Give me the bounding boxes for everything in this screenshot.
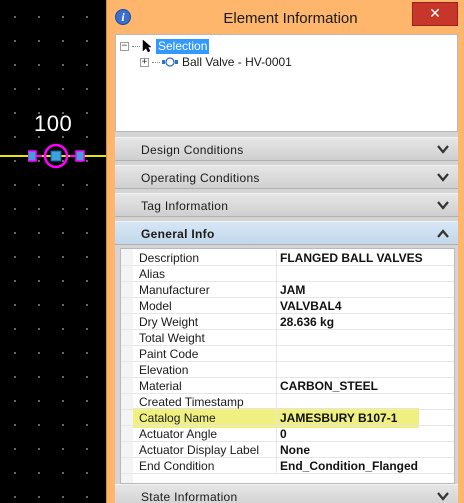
- section-label: State Information: [141, 490, 238, 503]
- property-value[interactable]: 28.636 kg: [280, 315, 334, 329]
- tree-item-selection[interactable]: − Selection: [120, 38, 210, 54]
- property-row-alias[interactable]: Alias: [121, 266, 454, 282]
- property-name: Material: [139, 379, 182, 393]
- property-row-dry-weight[interactable]: Dry Weight 28.636 kg: [121, 314, 454, 330]
- column-divider: [276, 346, 277, 362]
- property-row-end-condition[interactable]: End Condition End_Condition_Flanged: [121, 458, 454, 474]
- property-name: Description: [139, 251, 200, 265]
- property-name: Manufacturer: [139, 283, 210, 297]
- property-value[interactable]: FLANGED BALL VALVES: [280, 251, 423, 265]
- drawing-canvas[interactable]: 100: [0, 0, 106, 503]
- property-value[interactable]: JAMESBURY B107-1: [280, 411, 397, 425]
- property-name: Dry Weight: [139, 315, 199, 329]
- section-label: Tag Information: [141, 199, 229, 213]
- property-name: Alias: [139, 267, 166, 281]
- property-name: Actuator Display Label: [139, 443, 260, 457]
- property-row-actuator-display-label[interactable]: Actuator Display Label None: [121, 442, 454, 458]
- tree-connector: [132, 45, 140, 47]
- column-divider: [276, 426, 277, 442]
- column-divider: [276, 250, 277, 266]
- chevron-down-icon[interactable]: [437, 145, 449, 154]
- section-general-info[interactable]: General Info: [115, 221, 458, 245]
- column-divider: [276, 442, 277, 458]
- property-row-total-weight[interactable]: Total Weight: [121, 330, 454, 346]
- property-row-model[interactable]: Model VALVBAL4: [121, 298, 454, 314]
- column-divider: [276, 394, 277, 410]
- property-row-description[interactable]: Description FLANGED BALL VALVES: [121, 250, 454, 266]
- section-design-conditions[interactable]: Design Conditions: [115, 137, 458, 161]
- property-name: Total Weight: [139, 331, 205, 345]
- property-row-created-timestamp[interactable]: Created Timestamp: [121, 394, 454, 410]
- column-divider: [276, 410, 277, 426]
- tree-connector: [152, 61, 160, 63]
- property-value[interactable]: JAM: [280, 283, 305, 297]
- section-state-information[interactable]: State Information: [115, 484, 458, 503]
- window-content: − Selection + Ball Valve - HV-0001 Desig…: [115, 34, 458, 503]
- tree-item-label[interactable]: Ball Valve - HV-0001: [182, 55, 292, 69]
- window-title: Element Information: [223, 10, 358, 27]
- section-operating-conditions[interactable]: Operating Conditions: [115, 165, 458, 189]
- column-divider: [276, 266, 277, 282]
- property-row-actuator-angle[interactable]: Actuator Angle 0: [121, 426, 454, 442]
- property-value[interactable]: None: [280, 443, 310, 457]
- ball-valve-icon: [162, 57, 178, 67]
- property-value[interactable]: VALVBAL4: [280, 299, 342, 313]
- chevron-down-icon[interactable]: [437, 173, 449, 182]
- property-row-paint-code[interactable]: Paint Code: [121, 346, 454, 362]
- section-label: Design Conditions: [141, 143, 244, 157]
- property-name: Model: [139, 299, 172, 313]
- section-label: General Info: [141, 227, 215, 241]
- title-bar[interactable]: i Element Information ✕: [107, 0, 464, 34]
- column-divider: [276, 298, 277, 314]
- property-name: Paint Code: [139, 347, 199, 361]
- column-divider: [276, 314, 277, 330]
- collapse-icon[interactable]: −: [120, 41, 129, 51]
- close-button[interactable]: ✕: [412, 2, 458, 26]
- property-row-material[interactable]: Material CARBON_STEEL: [121, 378, 454, 394]
- property-row-catalog-name[interactable]: Catalog Name JAMESBURY B107-1: [121, 410, 454, 426]
- property-row-manufacturer[interactable]: Manufacturer JAM: [121, 282, 454, 298]
- chevron-up-icon[interactable]: [437, 229, 449, 238]
- column-divider: [276, 378, 277, 394]
- column-divider: [276, 282, 277, 298]
- property-name: Elevation: [139, 363, 189, 377]
- property-name: Actuator Angle: [139, 427, 218, 441]
- property-row-elevation[interactable]: Elevation: [121, 362, 454, 378]
- chevron-down-icon[interactable]: [437, 492, 449, 501]
- expand-icon[interactable]: +: [140, 57, 149, 67]
- property-name: End Condition: [139, 459, 215, 473]
- section-label: Operating Conditions: [141, 171, 260, 185]
- ball-valve-symbol[interactable]: [28, 142, 88, 172]
- property-name: Created Timestamp: [139, 395, 244, 409]
- section-tag-information[interactable]: Tag Information: [115, 193, 458, 217]
- valve-number-label: 100: [34, 111, 73, 136]
- element-information-window: i Element Information ✕ − Selection + Ba…: [106, 0, 464, 503]
- tree-item-label[interactable]: Selection: [156, 38, 210, 54]
- column-divider: [276, 458, 277, 474]
- column-divider: [276, 330, 277, 346]
- cursor-arrow-icon: [142, 39, 152, 53]
- properties-grid: Description FLANGED BALL VALVES Alias Ma…: [120, 248, 455, 484]
- property-value[interactable]: 0: [280, 427, 287, 441]
- property-value[interactable]: CARBON_STEEL: [280, 379, 378, 393]
- property-name: Catalog Name: [139, 411, 216, 425]
- column-divider: [276, 362, 277, 378]
- tree-item-ball-valve[interactable]: + Ball Valve - HV-0001: [140, 54, 292, 70]
- chevron-down-icon[interactable]: [437, 201, 449, 210]
- property-value[interactable]: End_Condition_Flanged: [280, 459, 418, 473]
- selection-tree: − Selection + Ball Valve - HV-0001: [115, 34, 458, 132]
